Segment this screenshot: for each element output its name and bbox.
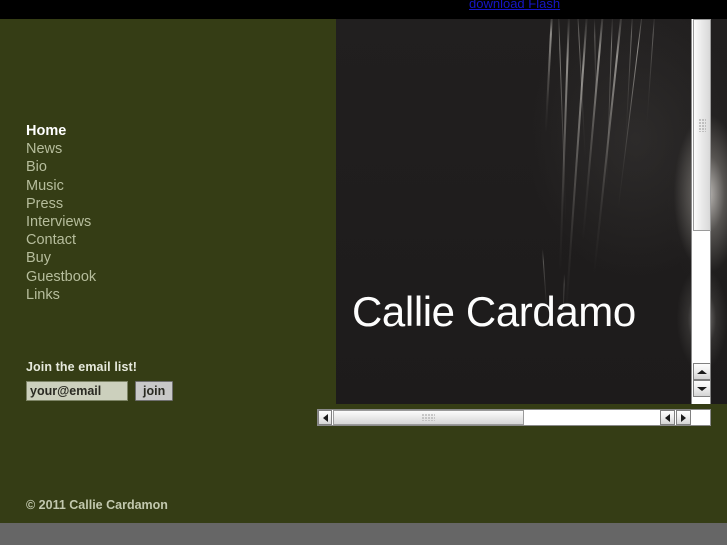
triangle-down-icon bbox=[697, 386, 707, 391]
vertical-scrollbar[interactable] bbox=[691, 19, 711, 404]
email-signup: Join the email list! join bbox=[26, 360, 286, 401]
scroll-back-button[interactable] bbox=[660, 410, 675, 425]
nav-item-press[interactable]: Press bbox=[26, 195, 266, 213]
left-sidebar: Home News Bio Music Press Interviews Con… bbox=[0, 19, 336, 523]
flash-movie-panel[interactable]: Callie Cardamo bbox=[336, 19, 727, 404]
main-navigation: Home News Bio Music Press Interviews Con… bbox=[26, 122, 266, 304]
email-input[interactable] bbox=[26, 381, 128, 401]
horizontal-scrollbar[interactable] bbox=[317, 409, 711, 426]
horizontal-scrollbar-thumb[interactable] bbox=[333, 410, 524, 425]
vertical-scrollbar-thumb[interactable] bbox=[693, 19, 711, 231]
browser-top-bar: download Flash bbox=[0, 0, 727, 19]
flash-artist-name: Callie Cardamo bbox=[352, 288, 636, 335]
nav-item-home[interactable]: Home bbox=[26, 122, 266, 140]
download-flash-link[interactable]: download Flash bbox=[469, 0, 560, 11]
scrollbar-grip-icon bbox=[698, 118, 706, 132]
join-button[interactable]: join bbox=[135, 381, 174, 401]
scrollbar-grip-icon bbox=[422, 414, 435, 421]
nav-item-contact[interactable]: Contact bbox=[26, 231, 266, 249]
copyright-notice: © 2011 Callie Cardamon bbox=[26, 498, 168, 512]
nav-item-bio[interactable]: Bio bbox=[26, 158, 266, 176]
nav-item-news[interactable]: News bbox=[26, 140, 266, 158]
scroll-left-button[interactable] bbox=[318, 410, 332, 425]
scroll-down-button[interactable] bbox=[693, 380, 711, 397]
scroll-forward-button[interactable] bbox=[676, 410, 691, 425]
triangle-left-icon bbox=[665, 413, 670, 422]
scroll-right-button-group[interactable] bbox=[660, 410, 692, 425]
scroll-up-button[interactable] bbox=[693, 363, 711, 380]
nav-item-music[interactable]: Music bbox=[26, 177, 266, 195]
nav-item-guestbook[interactable]: Guestbook bbox=[26, 268, 266, 286]
email-signup-heading: Join the email list! bbox=[26, 360, 138, 374]
triangle-left-icon bbox=[322, 413, 328, 422]
email-signup-row: join bbox=[26, 381, 286, 401]
artist-photo bbox=[336, 19, 727, 404]
nav-item-interviews[interactable]: Interviews bbox=[26, 213, 266, 231]
triangle-right-icon bbox=[681, 413, 686, 422]
bottom-status-strip bbox=[0, 523, 727, 545]
nav-item-links[interactable]: Links bbox=[26, 286, 266, 304]
nav-item-buy[interactable]: Buy bbox=[26, 249, 266, 267]
triangle-up-icon bbox=[697, 369, 707, 374]
page-body: Home News Bio Music Press Interviews Con… bbox=[0, 19, 727, 523]
